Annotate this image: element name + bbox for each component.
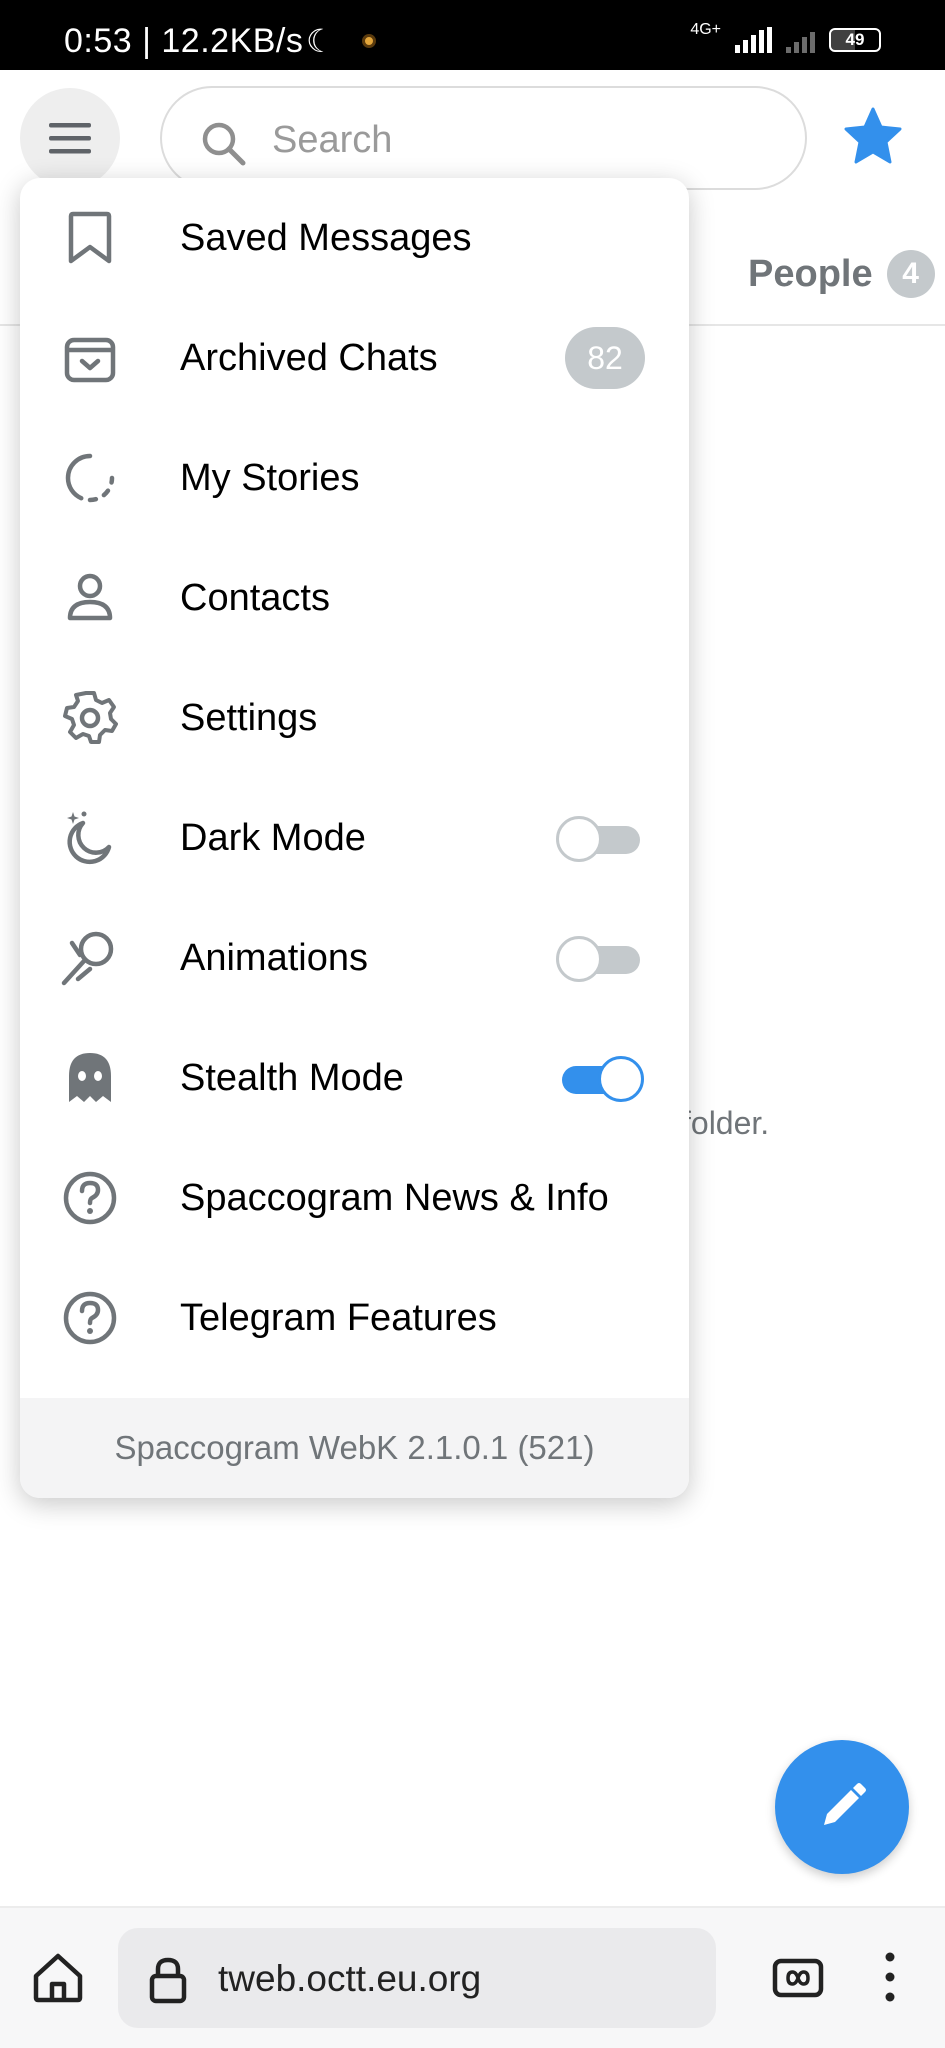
menu-item-label: Spaccogram News & Info: [180, 1176, 609, 1219]
bookmark-icon: [60, 208, 120, 268]
menu-item-saved-messages[interactable]: Saved Messages: [20, 178, 689, 298]
menu-item-spaccogram-news[interactable]: Spaccogram News & Info: [20, 1138, 689, 1258]
star-button[interactable]: [842, 106, 904, 171]
help-icon: [60, 1168, 120, 1228]
status-bar: 0:53 | 12.2KB/s ☾ 4G+ 49: [0, 0, 945, 70]
version-footer: Spaccogram WebK 2.1.0.1 (521): [20, 1398, 689, 1498]
empty-folder-text: folder.: [682, 1105, 770, 1141]
network-type: 4G+: [690, 21, 721, 38]
more-vertical-icon: [885, 1952, 895, 2002]
moon-icon: [60, 808, 120, 868]
main-menu-dropdown: Saved Messages Archived Chats 82 My Stor…: [20, 178, 689, 1498]
search-icon: [202, 122, 246, 166]
archived-count-badge: 82: [565, 327, 645, 389]
menu-item-dark-mode[interactable]: Dark Mode: [20, 778, 689, 898]
search-bar[interactable]: [160, 86, 807, 190]
menu-item-my-stories[interactable]: My Stories: [20, 418, 689, 538]
address-bar[interactable]: tweb.octt.eu.org: [118, 1928, 716, 2028]
menu-item-label: Contacts: [180, 576, 330, 619]
home-icon: [33, 1953, 83, 2003]
more-options-button[interactable]: [884, 1950, 896, 2009]
menu-item-label: Saved Messages: [180, 216, 472, 259]
signal-strong-icon: [735, 27, 772, 53]
status-indicators: 4G+ 49: [690, 20, 881, 60]
pencil-icon: [824, 1783, 866, 1825]
menu-item-label: Telegram Features: [180, 1296, 497, 1339]
gear-icon: [60, 688, 120, 748]
hamburger-icon: [49, 123, 91, 154]
tab-people[interactable]: People 4: [748, 250, 935, 298]
battery-icon: 49: [829, 28, 881, 52]
menu-item-telegram-features[interactable]: Telegram Features: [20, 1258, 689, 1378]
animations-toggle[interactable]: [556, 936, 644, 982]
help-icon: [60, 1288, 120, 1348]
moon-icon: ☾: [306, 23, 335, 59]
menu-item-animations[interactable]: Animations: [20, 898, 689, 1018]
url-text: tweb.octt.eu.org: [218, 1958, 482, 1999]
tab-people-badge: 4: [886, 250, 935, 298]
star-icon: [844, 107, 902, 164]
stories-icon: [60, 448, 120, 508]
signal-weak-icon: [786, 27, 815, 53]
tabs-infinity-icon: [772, 1958, 824, 1998]
stealth-mode-toggle[interactable]: [556, 1056, 644, 1102]
menu-item-label: Stealth Mode: [180, 1056, 404, 1099]
menu-button[interactable]: [20, 88, 120, 188]
new-chat-button[interactable]: [775, 1740, 909, 1874]
dark-mode-toggle[interactable]: [556, 816, 644, 862]
browser-toolbar: tweb.octt.eu.org: [0, 1906, 945, 2048]
archive-icon: [60, 328, 120, 388]
notification-dot-icon: [362, 34, 376, 48]
menu-item-label: Dark Mode: [180, 816, 366, 859]
user-icon: [60, 568, 120, 628]
menu-item-archived-chats[interactable]: Archived Chats 82: [20, 298, 689, 418]
status-time: 0:53 | 12.2KB/s: [64, 22, 304, 60]
menu-item-label: Archived Chats: [180, 336, 438, 379]
menu-item-label: Animations: [180, 936, 368, 979]
animations-icon: [60, 928, 120, 988]
tab-people-label: People: [748, 252, 873, 295]
search-input[interactable]: [272, 112, 752, 168]
menu-item-contacts[interactable]: Contacts: [20, 538, 689, 658]
tabs-button[interactable]: [772, 1958, 824, 2003]
menu-item-label: Settings: [180, 696, 318, 739]
lock-icon: [149, 1957, 187, 2004]
menu-item-stealth-mode[interactable]: Stealth Mode: [20, 1018, 689, 1138]
ghost-icon: [60, 1048, 120, 1108]
battery-level: 49: [845, 30, 865, 49]
menu-item-settings[interactable]: Settings: [20, 658, 689, 778]
home-button[interactable]: [30, 1950, 86, 2009]
menu-item-label: My Stories: [180, 456, 360, 499]
